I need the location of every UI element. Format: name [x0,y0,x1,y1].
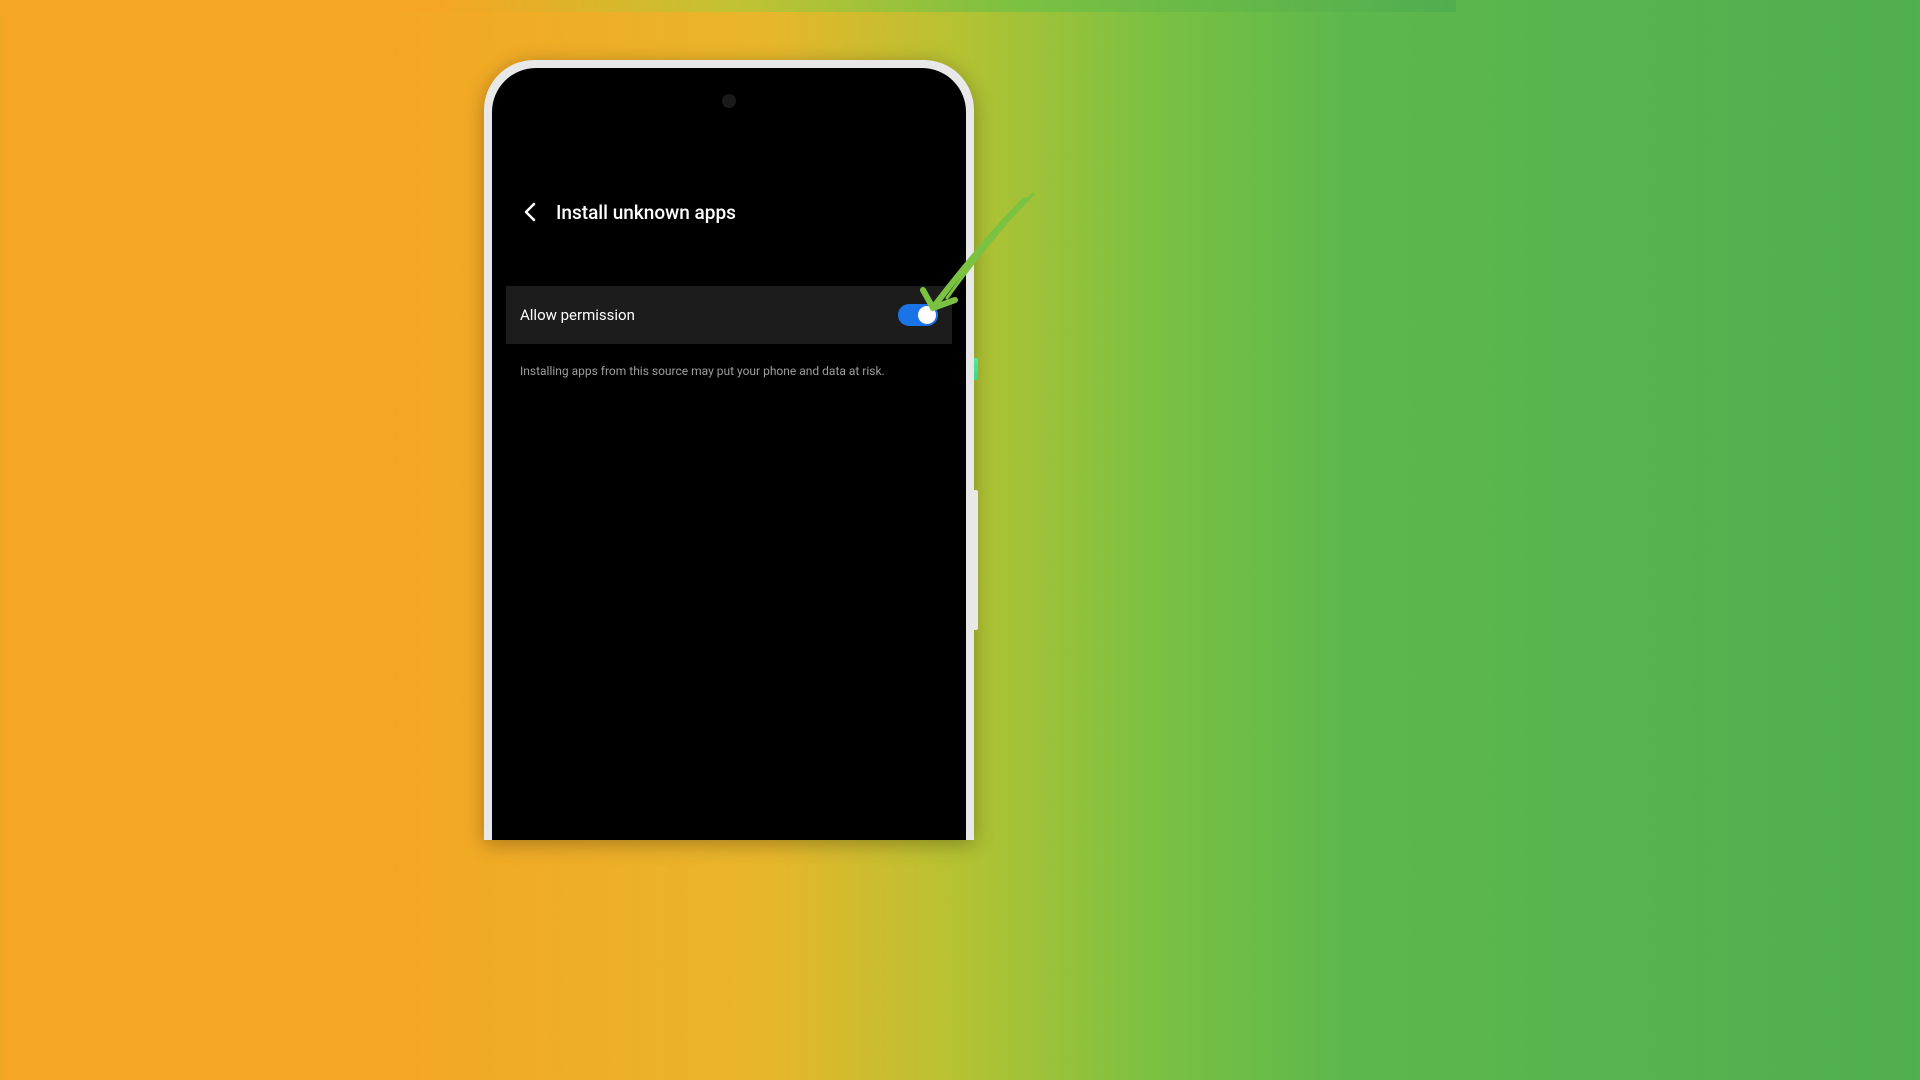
warning-text: Installing apps from this source may put… [506,344,952,398]
settings-header: Install unknown apps [506,182,952,242]
phone-power-button [974,358,978,380]
phone-bezel: Install unknown apps Allow permission In… [492,68,966,840]
phone-screen: Install unknown apps Allow permission In… [506,82,952,840]
setting-label: Allow permission [520,306,635,324]
phone-volume-button [974,490,978,630]
back-button[interactable] [518,200,542,224]
phone-camera-notch [722,94,736,108]
chevron-left-icon [524,202,536,222]
allow-permission-toggle[interactable] [898,304,938,326]
decorative-top-bar [0,0,1456,12]
toggle-knob [918,306,936,324]
phone-frame: Install unknown apps Allow permission In… [484,60,974,840]
allow-permission-row[interactable]: Allow permission [506,286,952,344]
page-title: Install unknown apps [556,201,736,224]
